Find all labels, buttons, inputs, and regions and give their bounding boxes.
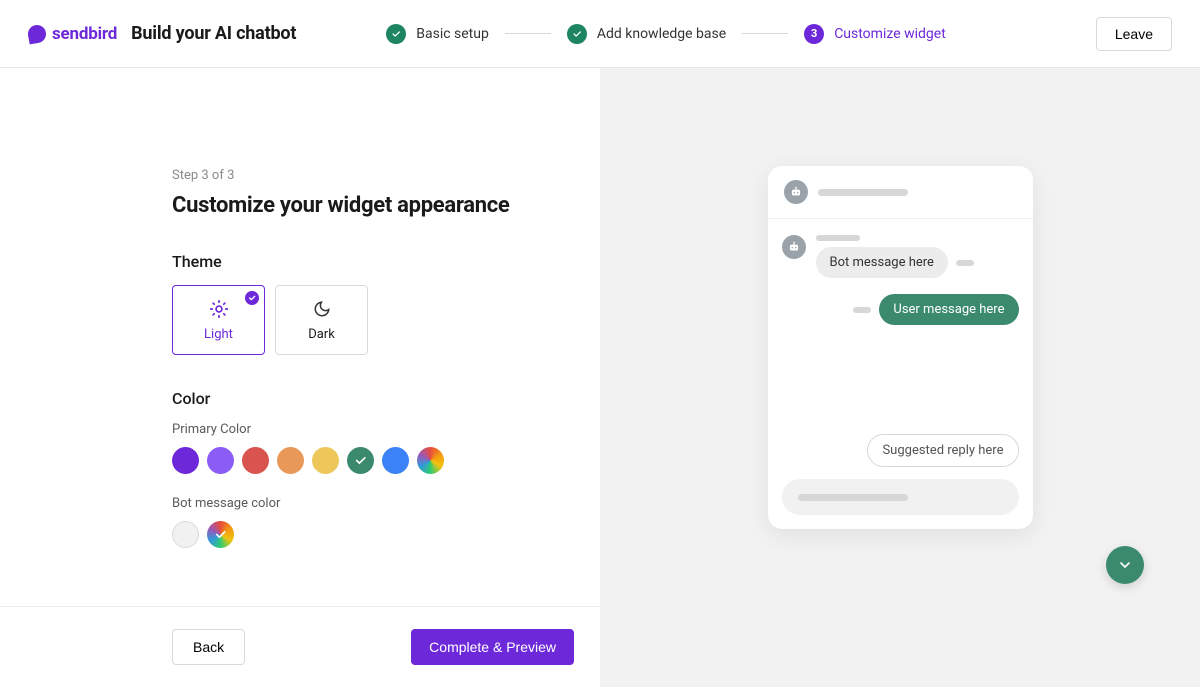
bot-message-row: Bot message here <box>782 235 1019 278</box>
check-icon <box>386 24 406 44</box>
theme-option-dark[interactable]: Dark <box>275 285 368 355</box>
step-connector <box>505 33 551 34</box>
timestamp-placeholder <box>956 260 974 266</box>
app-header: sendbird Build your AI chatbot Basic set… <box>0 0 1200 68</box>
brand-name: sendbird <box>52 24 117 44</box>
moon-icon <box>312 299 332 319</box>
user-message-bubble: User message here <box>879 294 1018 325</box>
step-counter: Step 3 of 3 <box>172 168 600 183</box>
bot-avatar-icon <box>782 235 806 259</box>
bot-message-color-label: Bot message color <box>172 496 600 511</box>
widget-title-placeholder <box>818 189 908 196</box>
theme-option-label: Light <box>204 327 233 342</box>
primary-color-swatches <box>172 447 600 474</box>
theme-option-light[interactable]: Light <box>172 285 265 355</box>
step-number-badge: 3 <box>804 24 824 44</box>
input-placeholder-line <box>798 494 908 501</box>
suggested-reply-chip[interactable]: Suggested reply here <box>867 434 1018 467</box>
step-label: Basic setup <box>416 26 489 42</box>
selected-check-icon <box>245 291 259 305</box>
color-swatch[interactable] <box>277 447 304 474</box>
color-swatch[interactable] <box>172 521 199 548</box>
back-button[interactable]: Back <box>172 629 245 665</box>
sendbird-logo-icon <box>27 23 48 44</box>
color-swatch[interactable] <box>172 447 199 474</box>
complete-preview-button[interactable]: Complete & Preview <box>411 629 574 665</box>
bot-avatar-icon <box>784 180 808 204</box>
color-swatch[interactable] <box>382 447 409 474</box>
color-swatch-custom-selected[interactable] <box>207 521 234 548</box>
widget-body: Bot message here User message here Sugge… <box>768 219 1033 479</box>
color-swatch[interactable] <box>242 447 269 474</box>
bot-message-color-swatches <box>172 521 600 548</box>
widget-input-placeholder[interactable] <box>782 479 1019 515</box>
color-swatch[interactable] <box>207 447 234 474</box>
color-section-label: Color <box>172 389 600 408</box>
chevron-down-icon <box>1117 557 1133 573</box>
app-title: Build your AI chatbot <box>131 23 296 44</box>
color-swatch-selected[interactable] <box>347 447 374 474</box>
step-basic-setup[interactable]: Basic setup <box>386 24 489 44</box>
step-label: Customize widget <box>834 26 946 42</box>
stepper: Basic setup Add knowledge base 3 Customi… <box>386 24 946 44</box>
color-swatch[interactable] <box>312 447 339 474</box>
widget-header <box>768 166 1033 219</box>
primary-color-label: Primary Color <box>172 422 600 437</box>
step-knowledge-base[interactable]: Add knowledge base <box>567 24 726 44</box>
step-connector <box>742 33 788 34</box>
sender-name-placeholder <box>816 235 860 241</box>
widget-toggle-fab[interactable] <box>1106 546 1144 584</box>
leave-button[interactable]: Leave <box>1096 17 1172 51</box>
timestamp-placeholder <box>853 307 871 313</box>
step-customize-widget[interactable]: 3 Customize widget <box>804 24 946 44</box>
check-icon <box>214 528 227 541</box>
preview-pane: Bot message here User message here Sugge… <box>600 68 1200 687</box>
theme-options: Light Dark <box>172 285 600 355</box>
page-title: Customize your widget appearance <box>172 193 600 218</box>
color-swatch-custom[interactable] <box>417 447 444 474</box>
user-message-row: User message here <box>782 294 1019 325</box>
config-pane: Step 3 of 3 Customize your widget appear… <box>0 68 600 687</box>
theme-option-label: Dark <box>308 327 335 342</box>
widget-preview: Bot message here User message here Sugge… <box>768 166 1033 529</box>
step-label: Add knowledge base <box>597 26 726 42</box>
check-icon <box>567 24 587 44</box>
wizard-footer: Back Complete & Preview <box>0 606 600 687</box>
bot-message-bubble: Bot message here <box>816 247 948 278</box>
theme-section-label: Theme <box>172 252 600 271</box>
brand: sendbird <box>28 24 117 44</box>
sun-icon <box>209 299 229 319</box>
check-icon <box>354 454 367 467</box>
